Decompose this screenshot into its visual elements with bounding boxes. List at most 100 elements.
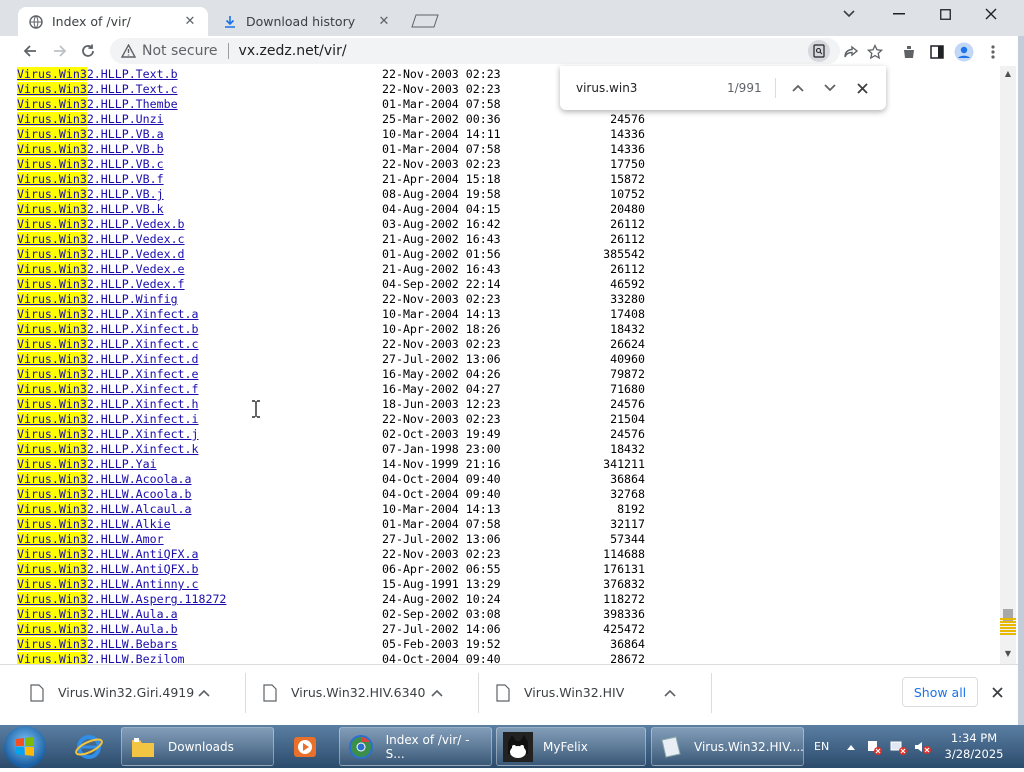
- action-center-icon[interactable]: [866, 725, 882, 768]
- file-link[interactable]: Virus.Win32.HLLP.Xinfect.b: [17, 322, 199, 336]
- file-link[interactable]: Virus.Win32.HLLP.Xinfect.a: [17, 307, 199, 321]
- url-text[interactable]: vx.zedz.net/vir/: [239, 43, 347, 59]
- find-close-button[interactable]: [850, 76, 874, 100]
- file-link[interactable]: Virus.Win32.HLLP.Xinfect.i: [17, 412, 199, 426]
- file-size-cell: 398336: [603, 607, 645, 621]
- taskbar-virus-hiv[interactable]: Virus.Win32.HIV....: [651, 727, 804, 766]
- back-button[interactable]: [18, 39, 42, 63]
- file-size-cell: 71680: [610, 382, 645, 396]
- profile-avatar-icon[interactable]: [953, 41, 975, 63]
- file-link[interactable]: Virus.Win32.HLLP.Xinfect.h: [17, 397, 199, 411]
- tab-search-button[interactable]: [826, 0, 872, 28]
- close-window-button[interactable]: [968, 0, 1014, 28]
- file-link[interactable]: Virus.Win32.HLLP.Xinfect.c: [17, 337, 199, 351]
- system-clock[interactable]: 1:34 PM 3/28/2025: [940, 730, 1008, 762]
- file-link[interactable]: Virus.Win32.HLLP.Unzi: [17, 112, 164, 126]
- file-link[interactable]: Virus.Win32.HLLW.Bebars: [17, 637, 178, 651]
- file-link[interactable]: Virus.Win32.HLLP.Winfig: [17, 292, 178, 306]
- scroll-up-arrow-icon[interactable]: ▲: [1000, 66, 1016, 80]
- download-item[interactable]: Virus.Win32.HIV.6340: [263, 665, 443, 720]
- download-item[interactable]: Virus.Win32.Giri.4919: [30, 665, 210, 720]
- find-in-page-icon[interactable]: [808, 40, 830, 62]
- taskbar-chrome[interactable]: Index of /vir/ - S...: [339, 727, 492, 766]
- network-icon[interactable]: [890, 725, 908, 768]
- file-link[interactable]: Virus.Win32.HLLW.Bezilom: [17, 652, 185, 664]
- maximize-button[interactable]: [922, 0, 968, 28]
- side-panel-icon[interactable]: [926, 41, 948, 63]
- file-link[interactable]: Virus.Win32.HLLP.VB.b: [17, 142, 164, 156]
- file-link[interactable]: Virus.Win32.HLLP.Vedex.d: [17, 247, 185, 261]
- share-icon[interactable]: [840, 41, 862, 63]
- file-link[interactable]: Virus.Win32.HLLP.VB.f: [17, 172, 164, 186]
- file-size-cell: 24576: [610, 397, 645, 411]
- file-link[interactable]: Virus.Win32.HLLP.Text.b: [17, 67, 178, 81]
- media-player-icon[interactable]: [280, 727, 330, 767]
- file-link[interactable]: Virus.Win32.HLLP.Xinfect.f: [17, 382, 199, 396]
- file-link[interactable]: Virus.Win32.HLLP.Yai: [17, 457, 157, 471]
- forward-button[interactable]: [48, 39, 72, 63]
- file-name-cell: Virus.Win32.HLLP.Xinfect.h: [17, 397, 382, 412]
- scroll-down-arrow-icon[interactable]: ▼: [1000, 646, 1016, 660]
- file-link[interactable]: Virus.Win32.HLLP.VB.j: [17, 187, 164, 201]
- bookmark-star-icon[interactable]: [864, 41, 886, 63]
- table-row: Virus.Win32.HLLW.Asperg.118272 24-Aug-200…: [17, 592, 645, 607]
- volume-icon[interactable]: [914, 725, 932, 768]
- file-link[interactable]: Virus.Win32.HLLP.Vedex.c: [17, 232, 185, 246]
- language-indicator[interactable]: EN: [814, 725, 829, 768]
- file-name-cell: Virus.Win32.HLLW.AntiQFX.a: [17, 547, 382, 562]
- file-link[interactable]: Virus.Win32.HLLP.Vedex.f: [17, 277, 185, 291]
- file-link[interactable]: Virus.Win32.HLLP.Xinfect.j: [17, 427, 199, 441]
- close-tab-icon[interactable]: ✕: [376, 14, 392, 30]
- taskbar-downloads[interactable]: Downloads: [121, 727, 274, 766]
- vertical-scrollbar[interactable]: ▲ ▼: [1000, 66, 1016, 664]
- file-link[interactable]: Virus.Win32.HLLW.Amor: [17, 532, 164, 546]
- close-downloads-icon[interactable]: [988, 683, 1006, 701]
- find-next-button[interactable]: [818, 76, 842, 100]
- internet-explorer-icon[interactable]: [64, 727, 114, 767]
- download-item[interactable]: Virus.Win32.HIV: [496, 665, 676, 720]
- extensions-icon[interactable]: [898, 41, 920, 63]
- chevron-up-icon[interactable]: [664, 686, 676, 700]
- menu-kebab-icon[interactable]: [982, 41, 1004, 63]
- start-button[interactable]: [4, 726, 46, 768]
- file-link[interactable]: Virus.Win32.HLLW.Acoola.a: [17, 472, 192, 486]
- minimize-button[interactable]: [876, 0, 922, 28]
- file-link[interactable]: Virus.Win32.HLLW.AntiQFX.b: [17, 562, 199, 576]
- address-bar[interactable]: Not secure vx.zedz.net/vir/: [110, 38, 840, 64]
- file-link[interactable]: Virus.Win32.HLLW.Asperg.118272: [17, 592, 226, 606]
- tab-download-history[interactable]: Download history ✕: [212, 7, 402, 36]
- file-link[interactable]: Virus.Win32.HLLP.VB.c: [17, 157, 164, 171]
- tab-index-of-vir[interactable]: Index of /vir/ ✕: [18, 7, 208, 36]
- tray-expand-icon[interactable]: [846, 725, 856, 768]
- file-link[interactable]: Virus.Win32.HLLW.Antinny.c: [17, 577, 199, 591]
- warning-icon[interactable]: [120, 44, 136, 58]
- file-link[interactable]: Virus.Win32.HLLP.VB.k: [17, 202, 164, 216]
- file-link[interactable]: Virus.Win32.HLLP.Xinfect.d: [17, 352, 199, 366]
- new-tab-button[interactable]: [411, 13, 439, 28]
- file-link[interactable]: Virus.Win32.HLLP.Text.c: [17, 82, 178, 96]
- search-highlight: Virus.Win3: [17, 517, 87, 531]
- close-tab-icon[interactable]: ✕: [182, 14, 198, 30]
- file-link[interactable]: Virus.Win32.HLLW.Acoola.b: [17, 487, 192, 501]
- file-link[interactable]: Virus.Win32.HLLP.Xinfect.k: [17, 442, 199, 456]
- find-input[interactable]: virus.win3: [576, 81, 637, 95]
- find-previous-button[interactable]: [786, 76, 810, 100]
- file-link[interactable]: Virus.Win32.HLLP.Xinfect.e: [17, 367, 199, 381]
- chevron-up-icon[interactable]: [431, 686, 443, 700]
- file-link[interactable]: Virus.Win32.HLLP.Vedex.b: [17, 217, 185, 231]
- security-label[interactable]: Not secure: [142, 43, 218, 59]
- file-link[interactable]: Virus.Win32.HLLP.VB.a: [17, 127, 164, 141]
- file-name-cell: Virus.Win32.HLLP.Text.b: [17, 67, 382, 82]
- taskbar-myfelix[interactable]: MyFelix: [496, 727, 646, 766]
- file-link[interactable]: Virus.Win32.HLLW.Alkie: [17, 517, 171, 531]
- file-link[interactable]: Virus.Win32.HLLW.Aula.b: [17, 622, 178, 636]
- search-highlight: Virus.Win3: [17, 232, 87, 246]
- show-all-downloads-button[interactable]: Show all: [902, 677, 978, 707]
- file-link[interactable]: Virus.Win32.HLLW.AntiQFX.a: [17, 547, 199, 561]
- file-link[interactable]: Virus.Win32.HLLP.Vedex.e: [17, 262, 185, 276]
- file-link[interactable]: Virus.Win32.HLLW.Alcaul.a: [17, 502, 192, 516]
- file-link[interactable]: Virus.Win32.HLLW.Aula.a: [17, 607, 178, 621]
- chevron-up-icon[interactable]: [198, 686, 210, 700]
- reload-button[interactable]: [76, 39, 100, 63]
- file-link[interactable]: Virus.Win32.HLLP.Thembe: [17, 97, 178, 111]
